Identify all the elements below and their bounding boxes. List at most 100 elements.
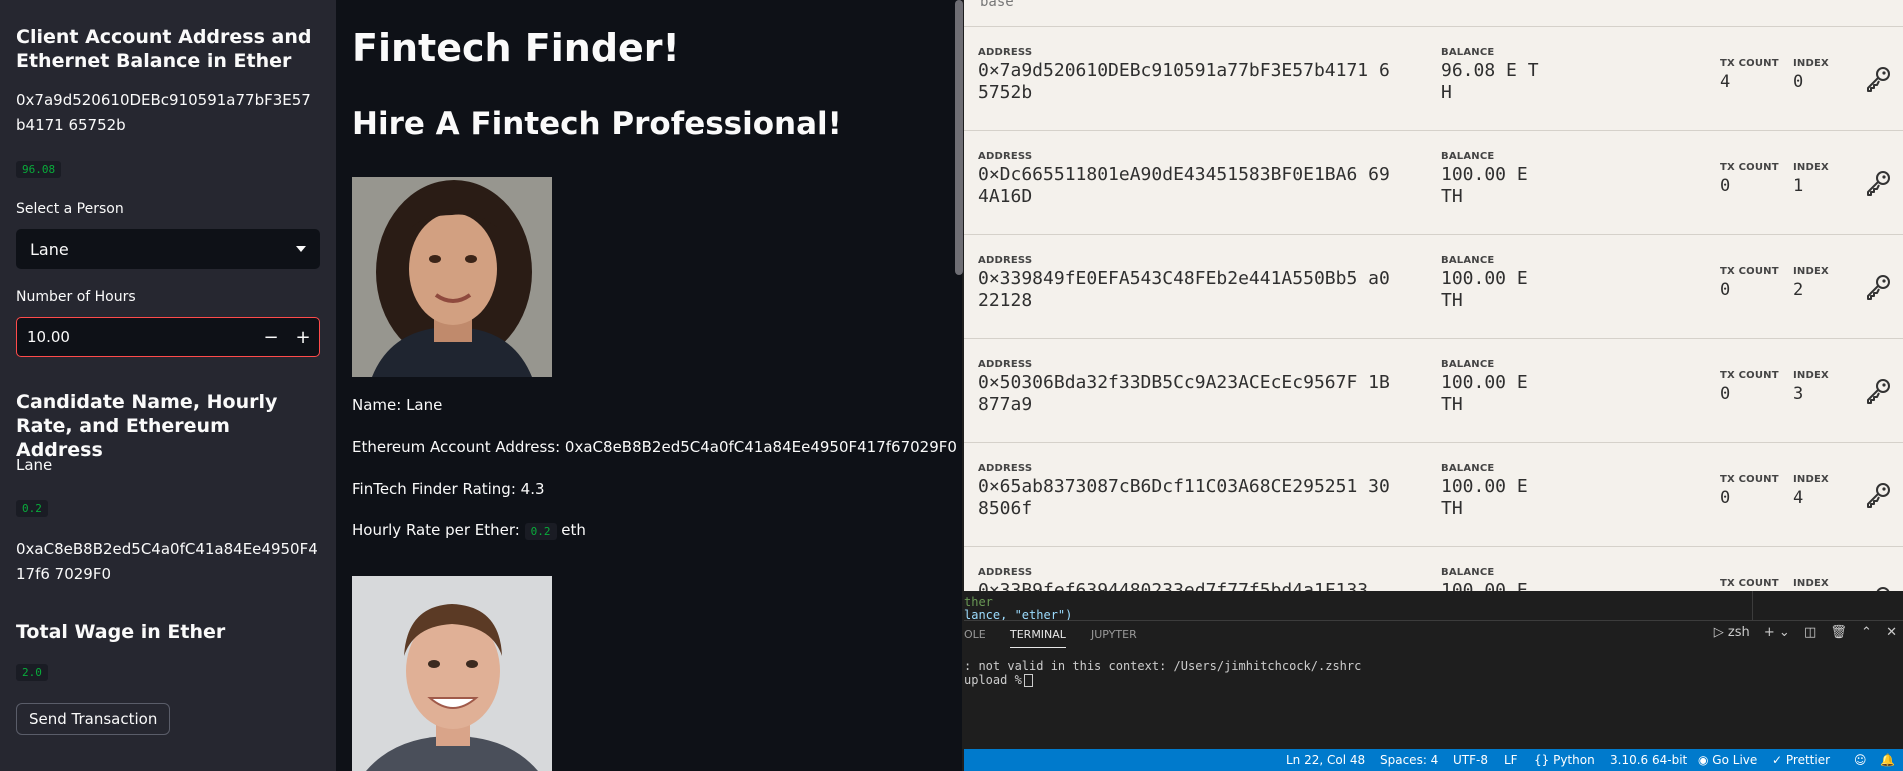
tx-count-label: TX COUNT xyxy=(1720,58,1779,69)
balance-label: BALANCE xyxy=(1441,567,1495,578)
balance-value: 96.08 xyxy=(16,161,62,178)
account-address: 0×339849fE0EFA543C48FEb2e441A550Bb5 a022… xyxy=(978,268,1390,311)
send-transaction-button[interactable]: Send Transaction xyxy=(16,703,171,735)
candidate-photo-2 xyxy=(352,576,552,771)
account-address: 0×7a9d520610DEBc910591a77bF3E57b4171 657… xyxy=(978,60,1390,103)
new-terminal-icon[interactable]: + ⌄ xyxy=(1764,625,1790,640)
status-cursor-position[interactable]: Ln 22, Col 48 xyxy=(1286,753,1365,767)
terminal-shell-icon[interactable]: ▷ zsh xyxy=(1714,625,1750,640)
terminal-line-2[interactable]: upload % xyxy=(964,673,1033,687)
tx-count-label: TX COUNT xyxy=(1720,162,1779,173)
index-label: INDEX xyxy=(1793,578,1829,589)
account-balance: 100.00 E xyxy=(1441,580,1528,591)
index-label: INDEX xyxy=(1793,266,1829,277)
selected-person: Lane xyxy=(30,239,69,259)
account-index: 1 xyxy=(1793,176,1804,196)
account-balance: 100.00 E TH xyxy=(1441,164,1528,207)
bell-icon[interactable]: 🔔 xyxy=(1880,753,1895,767)
candidate-name: Lane xyxy=(16,456,53,474)
account-index: 3 xyxy=(1793,384,1804,404)
balance-label: BALANCE xyxy=(1441,47,1495,58)
key-icon[interactable] xyxy=(1864,65,1892,93)
balance-label: BALANCE xyxy=(1441,359,1495,370)
terminal-line-1: : not valid in this context: /Users/jimh… xyxy=(964,659,1362,673)
account-balance: 100.00 E TH xyxy=(1441,476,1528,519)
account-row: ADDRESS 0×50306Bda32f33DB5Cc9A23ACEcEc956… xyxy=(964,339,1903,443)
hours-input[interactable]: 10.00 xyxy=(27,328,255,346)
account-address: 0×Dc665511801eA90dE43451583BF0E1BA6 694A… xyxy=(978,164,1390,207)
key-icon[interactable] xyxy=(1864,481,1892,509)
account-tx-count: 0 xyxy=(1720,280,1731,300)
status-language[interactable]: {} Python xyxy=(1534,753,1595,767)
address-label: ADDRESS xyxy=(978,567,1033,578)
tx-count-label: TX COUNT xyxy=(1720,578,1779,589)
account-address: 0×50306Bda32f33DB5Cc9A23ACEcEc9567F 1B87… xyxy=(978,372,1390,415)
tab-terminal[interactable]: TERMINAL xyxy=(1010,628,1066,648)
key-icon[interactable] xyxy=(1864,273,1892,301)
address-label: ADDRESS xyxy=(978,151,1033,162)
hours-stepper[interactable]: 10.00 − + xyxy=(16,317,320,357)
person-select[interactable]: Lane xyxy=(16,229,320,269)
status-interpreter[interactable]: 3.10.6 64-bit xyxy=(1610,753,1687,767)
key-icon[interactable] xyxy=(1864,377,1892,405)
account-tx-count: 4 xyxy=(1720,72,1731,92)
status-bar: Ln 22, Col 48 Spaces: 4 UTF-8 LF {} Pyth… xyxy=(964,749,1903,771)
split-terminal-icon[interactable]: ◫ xyxy=(1804,625,1816,640)
tab-console[interactable]: OLE xyxy=(964,628,986,641)
main-scrollbar[interactable] xyxy=(955,0,963,275)
account-index: 2 xyxy=(1793,280,1804,300)
hourly-rate-line: Hourly Rate per Ether: 0.2 eth xyxy=(352,521,586,540)
account-balance: 100.00 E TH xyxy=(1441,372,1528,415)
address-label: ADDRESS xyxy=(978,359,1033,370)
ganache-top-label: base xyxy=(980,0,1014,10)
hourly-rate-value: 0.2 xyxy=(524,523,557,540)
client-address: 0x7a9d520610DEBc910591a77bF3E57b4171 657… xyxy=(16,91,311,134)
account-balance: 100.00 E TH xyxy=(1441,268,1528,311)
status-encoding[interactable]: UTF-8 xyxy=(1453,753,1488,767)
candidate-name-line: Name: Lane xyxy=(352,396,443,414)
hours-label: Number of Hours xyxy=(16,289,136,305)
account-row: ADDRESS 0×33B9fef6394480233ed7f77f5bd4a1F… xyxy=(964,547,1903,591)
tab-jupyter[interactable]: JUPYTER xyxy=(1091,628,1137,641)
account-tx-count: 0 xyxy=(1720,384,1731,404)
account-row: ADDRESS 0×7a9d520610DEBc910591a77bF3E57b4… xyxy=(964,27,1903,131)
decrement-button[interactable]: − xyxy=(255,327,287,348)
total-wage-value: 2.0 xyxy=(16,664,48,681)
main-content: Fintech Finder! Hire A Fintech Professio… xyxy=(336,0,962,771)
candidate-rate: 0.2 xyxy=(16,500,48,517)
account-address: 0×65ab8373087cB6Dcf11C03A68CE295251 3085… xyxy=(978,476,1390,519)
feedback-icon[interactable]: ☺ xyxy=(1854,753,1867,767)
vscode-window: ther lance, "ether") OLE TERMINAL JUPYTE… xyxy=(964,591,1903,771)
account-address: 0×33B9fef6394480233ed7f77f5bd4a1F133 xyxy=(978,580,1369,591)
terminal-toolbar: ▷ zsh + ⌄ ◫ 🗑 ⌃ ✕ xyxy=(1704,625,1897,640)
candidate-address: 0xaC8eB8B2ed5C4a0fC41a84Ee4950F417f6 702… xyxy=(16,540,318,583)
terminal-cursor xyxy=(1023,674,1033,687)
hourly-rate-suffix: eth xyxy=(561,521,586,539)
candidate-rating-line: FinTech Finder Rating: 4.3 xyxy=(352,480,545,498)
account-index: 4 xyxy=(1793,488,1804,508)
ganache-header: base xyxy=(964,0,1903,27)
index-label: INDEX xyxy=(1793,162,1829,173)
candidate-address-line: Ethereum Account Address: 0xaC8eB8B2ed5C… xyxy=(352,438,957,456)
status-eol[interactable]: LF xyxy=(1504,753,1518,767)
status-go-live[interactable]: ◉ Go Live xyxy=(1698,753,1757,767)
page-title: Fintech Finder! xyxy=(352,26,680,70)
status-indentation[interactable]: Spaces: 4 xyxy=(1380,753,1438,767)
sidebar: Client Account Address and Ethernet Bala… xyxy=(0,0,336,771)
status-prettier[interactable]: ✓ Prettier xyxy=(1772,753,1830,767)
index-label: INDEX xyxy=(1793,370,1829,381)
code-line-1: ther xyxy=(964,595,993,609)
trash-icon[interactable]: 🗑 xyxy=(1830,625,1847,640)
tx-count-label: TX COUNT xyxy=(1720,370,1779,381)
select-person-label: Select a Person xyxy=(16,201,124,217)
ganache-window: base ADDRESS 0×7a9d520610DEBc910591a77bF3… xyxy=(964,0,1903,591)
address-label: ADDRESS xyxy=(978,47,1033,58)
maximize-panel-icon[interactable]: ⌃ xyxy=(1861,625,1872,640)
account-row: ADDRESS 0×Dc665511801eA90dE43451583BF0E1B… xyxy=(964,131,1903,235)
total-wage-header: Total Wage in Ether xyxy=(16,621,226,643)
key-icon[interactable] xyxy=(1864,169,1892,197)
balance-label: BALANCE xyxy=(1441,255,1495,266)
increment-button[interactable]: + xyxy=(287,327,319,348)
page-subtitle: Hire A Fintech Professional! xyxy=(352,106,842,142)
close-panel-icon[interactable]: ✕ xyxy=(1886,625,1897,640)
